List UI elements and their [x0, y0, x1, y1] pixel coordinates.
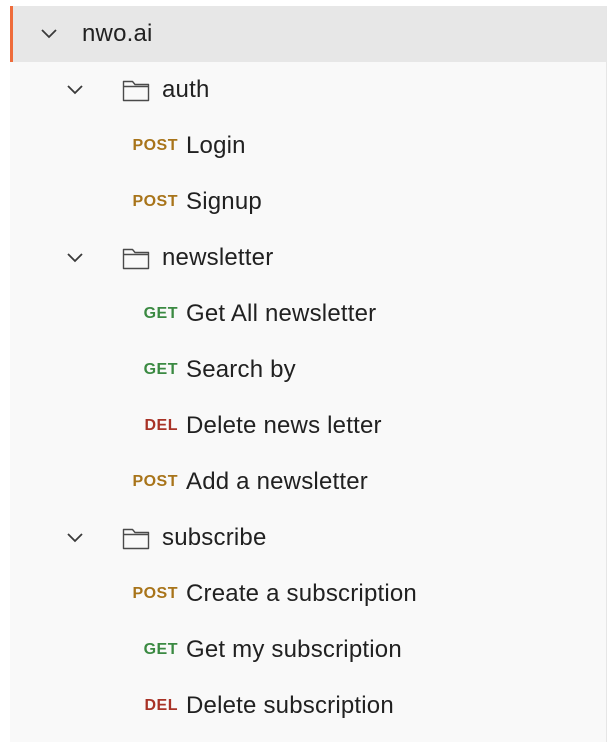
request-item-get-my-subscription[interactable]: GET Get my subscription: [10, 622, 606, 678]
method-badge: DEL: [144, 417, 178, 434]
folder-item-auth[interactable]: auth: [10, 62, 606, 118]
request-name: Add a newsletter: [186, 468, 368, 495]
folder-icon: [122, 525, 150, 551]
request-item-signup[interactable]: POST Signup: [10, 174, 606, 230]
request-item-get-all-newsletter[interactable]: GET Get All newsletter: [10, 286, 606, 342]
folder-item-newsletter[interactable]: newsletter: [10, 230, 606, 286]
folder-icon: [122, 77, 150, 103]
request-item-add-a-newsletter[interactable]: POST Add a newsletter: [10, 454, 606, 510]
request-name: Get my subscription: [186, 636, 402, 663]
request-item-login[interactable]: POST Login: [10, 118, 606, 174]
collection-name: nwo.ai: [82, 20, 153, 47]
request-name: Get All newsletter: [186, 300, 377, 327]
method-badge: POST: [132, 193, 178, 210]
folder-name: newsletter: [162, 244, 274, 271]
method-badge: GET: [143, 641, 178, 658]
request-item-search-by[interactable]: GET Search by: [10, 342, 606, 398]
chevron-down-icon[interactable]: [64, 79, 86, 101]
request-item-delete-news-letter[interactable]: DEL Delete news letter: [10, 398, 606, 454]
request-name: Login: [186, 132, 246, 159]
request-name: Signup: [186, 188, 262, 215]
folder-icon: [122, 245, 150, 271]
method-badge: GET: [143, 305, 178, 322]
method-badge: POST: [132, 137, 178, 154]
collections-sidebar: nwo.ai auth POST Login POST Signup newsl…: [10, 6, 607, 742]
request-name: Delete subscription: [186, 692, 394, 719]
request-name: Create a subscription: [186, 580, 417, 607]
folder-name: auth: [162, 76, 210, 103]
request-name: Search by: [186, 356, 296, 383]
collection-item-nwo-ai[interactable]: nwo.ai: [10, 6, 606, 62]
folder-name: subscribe: [162, 524, 267, 551]
chevron-down-icon[interactable]: [38, 23, 60, 45]
method-badge: POST: [132, 473, 178, 490]
request-item-delete-subscription[interactable]: DEL Delete subscription: [10, 678, 606, 734]
method-badge: DEL: [144, 697, 178, 714]
folder-item-subscribe[interactable]: subscribe: [10, 510, 606, 566]
chevron-down-icon[interactable]: [64, 247, 86, 269]
chevron-down-icon[interactable]: [64, 527, 86, 549]
method-badge: GET: [143, 361, 178, 378]
request-item-create-a-subscription[interactable]: POST Create a subscription: [10, 566, 606, 622]
method-badge: POST: [132, 585, 178, 602]
request-name: Delete news letter: [186, 412, 382, 439]
